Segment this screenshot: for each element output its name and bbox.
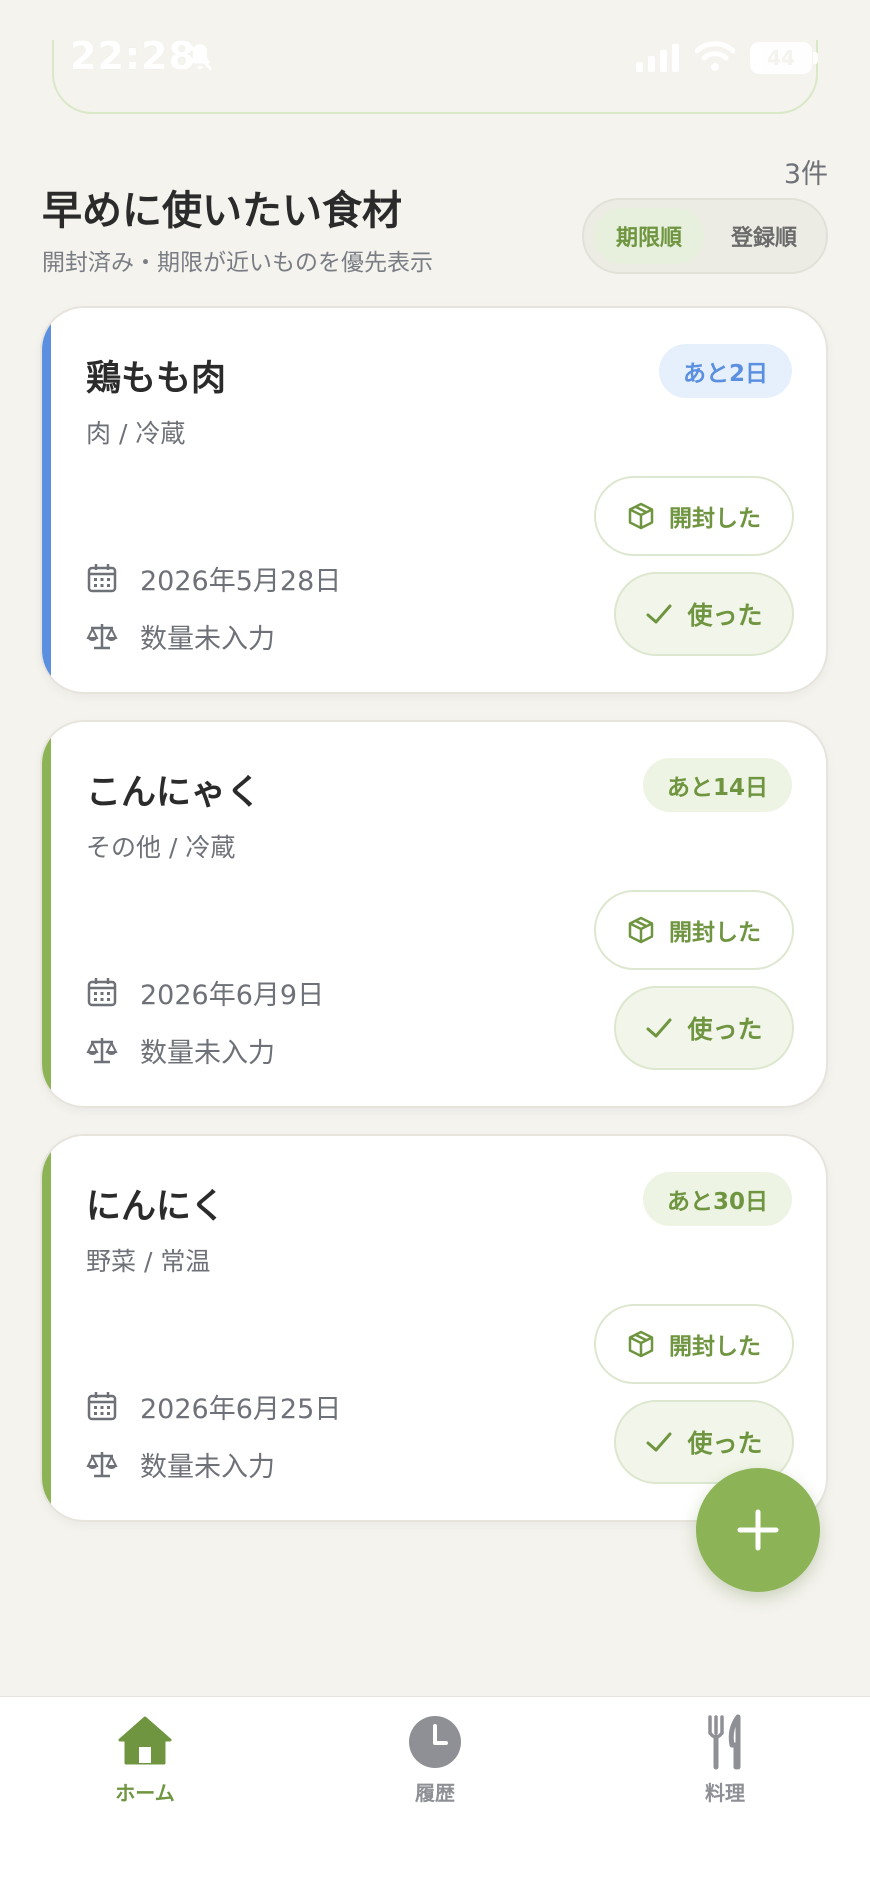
mark-opened-button[interactable]: 開封した (594, 476, 794, 556)
expiry-date-row: 2026年6月9日 (86, 972, 324, 1012)
expiry-date: 2026年6月9日 (140, 979, 325, 1011)
status-time: 22:28 (70, 34, 196, 78)
item-count: 3件 (783, 159, 828, 190)
mark-used-button[interactable]: 使った (614, 572, 794, 656)
plus-icon (737, 1509, 779, 1551)
quantity: 数量未入力 (140, 1037, 275, 1069)
add-item-button[interactable] (696, 1468, 820, 1592)
expiry-date-row: 2026年5月28日 (86, 558, 341, 598)
mark-opened-label: 開封した (669, 920, 761, 946)
mark-opened-label: 開封した (669, 1334, 761, 1360)
expiry-date-row: 2026年6月25日 (86, 1386, 341, 1426)
mark-opened-label: 開封した (669, 506, 761, 532)
days-left-badge: あと2日 (658, 344, 792, 398)
food-category: 野菜 / 常温 (86, 1247, 211, 1276)
nav-history-label: 履歴 (415, 1781, 455, 1805)
box-icon (628, 1330, 654, 1358)
section-title: 早めに使いたい食材 (42, 188, 402, 234)
card-accent-bar (42, 722, 51, 1106)
quantity: 数量未入力 (140, 1451, 275, 1483)
food-name: 鶏もも肉 (86, 359, 227, 399)
status-bar: 22:28 44 (0, 0, 870, 114)
food-card[interactable]: こんにゃく その他 / 冷蔵 あと14日 2026年6月9日 数量未入力 開封し… (40, 720, 828, 1108)
calendar-icon (87, 564, 117, 593)
calendar-icon (87, 1392, 117, 1421)
clock-icon (409, 1716, 461, 1768)
bell-muted-icon (187, 43, 213, 71)
food-card[interactable]: 鶏もも肉 肉 / 冷蔵 あと2日 2026年5月28日 数量未入力 開封した 使… (40, 306, 828, 694)
days-left-badge: あと30日 (642, 1172, 792, 1226)
card-accent-bar (42, 1136, 51, 1520)
mark-opened-button[interactable]: 開封した (594, 890, 794, 970)
nav-home-label: ホーム (115, 1781, 175, 1805)
calendar-icon (87, 978, 117, 1007)
check-icon (646, 1018, 672, 1038)
nav-history-tab[interactable]: 履歴 (355, 1713, 515, 1813)
quantity-row: 数量未入力 (86, 616, 275, 656)
expiry-date: 2026年5月28日 (140, 565, 342, 597)
quantity-row: 数量未入力 (86, 1030, 275, 1070)
food-name: こんにゃく (86, 773, 262, 813)
mark-used-label: 使った (687, 1015, 763, 1044)
wifi-icon (695, 41, 735, 71)
mark-used-label: 使った (687, 601, 763, 630)
box-icon (628, 916, 654, 944)
mark-used-label: 使った (687, 1429, 763, 1458)
mark-opened-button[interactable]: 開封した (594, 1304, 794, 1384)
food-name: にんにく (86, 1187, 226, 1227)
sort-by-registration-button[interactable]: 登録順 (708, 208, 820, 264)
sort-toggle: 期限順 登録順 (582, 198, 828, 274)
nav-home-tab[interactable]: ホーム (65, 1713, 225, 1813)
food-card[interactable]: にんにく 野菜 / 常温 あと30日 2026年6月25日 数量未入力 開封した… (40, 1134, 828, 1522)
quantity-row: 数量未入力 (86, 1444, 275, 1484)
nav-cooking-tab[interactable]: 料理 (645, 1713, 805, 1813)
signal-icon (636, 44, 679, 72)
food-category: その他 / 冷蔵 (86, 833, 236, 862)
expiry-date: 2026年6月25日 (140, 1393, 342, 1425)
section-subtitle: 開封済み・期限が近いものを優先表示 (42, 250, 433, 276)
box-icon (628, 502, 654, 530)
food-category: 肉 / 冷蔵 (86, 419, 186, 448)
scale-icon (86, 624, 118, 650)
battery-tip (813, 52, 818, 64)
utensils-icon (708, 1714, 741, 1770)
sort-by-expiry-button[interactable]: 期限順 (594, 208, 704, 264)
mark-used-button[interactable]: 使った (614, 986, 794, 1070)
card-accent-bar (42, 308, 51, 692)
battery-indicator: 44 (750, 42, 812, 74)
bottom-nav: ホーム 履歴 料理 (0, 1696, 870, 1882)
days-left-badge: あと14日 (642, 758, 792, 812)
quantity: 数量未入力 (140, 623, 275, 655)
scale-icon (86, 1038, 118, 1064)
check-icon (646, 604, 672, 624)
scale-icon (86, 1452, 118, 1478)
home-icon (118, 1716, 172, 1765)
nav-cooking-label: 料理 (705, 1781, 745, 1805)
check-icon (646, 1432, 672, 1452)
